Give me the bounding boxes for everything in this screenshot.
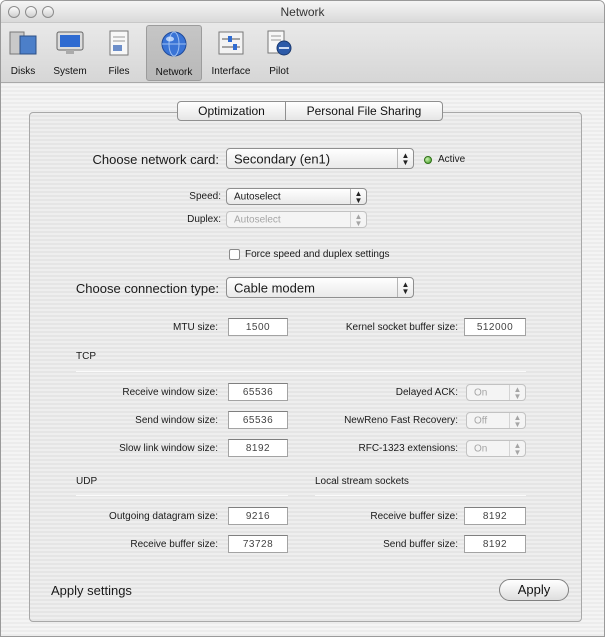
udp-receive-buffer-field[interactable] xyxy=(228,535,288,553)
title-bar: Network xyxy=(1,1,604,23)
toolbar-label: Interface xyxy=(211,66,251,77)
tab-optimization[interactable]: Optimization xyxy=(178,102,286,120)
rfc1323-label: RFC-1323 extensions: xyxy=(358,443,459,454)
local-send-buffer-label: Send buffer size: xyxy=(383,539,458,550)
pilot-icon xyxy=(267,30,292,56)
outgoing-datagram-label: Outgoing datagram size: xyxy=(109,511,218,522)
kernel-buffer-field[interactable] xyxy=(464,318,526,336)
duplex-value: Autoselect xyxy=(234,214,281,225)
connection-type-value: Cable modem xyxy=(234,280,315,295)
system-icon xyxy=(56,31,84,54)
toolbar-item-files[interactable]: Files xyxy=(97,25,141,81)
toolbar-label: Files xyxy=(108,66,130,77)
popup-arrows-icon: ▲ ▼ xyxy=(509,413,525,428)
interface-sliders-icon xyxy=(218,31,244,55)
delayed-ack-label: Delayed ACK: xyxy=(395,387,458,398)
toolbar-item-disks[interactable]: Disks xyxy=(3,25,43,81)
window-title: Network xyxy=(280,5,325,19)
newreno-value: Off xyxy=(474,415,488,426)
status-indicator-icon xyxy=(424,156,432,164)
newreno-label: NewReno Fast Recovery: xyxy=(344,415,458,426)
local-stream-heading: Local stream sockets xyxy=(315,476,409,487)
newreno-popup[interactable]: Off ▲ ▼ xyxy=(466,412,526,429)
status-active-label: Active xyxy=(438,154,466,165)
slow-link-window-field[interactable] xyxy=(228,439,288,457)
speed-label: Speed: xyxy=(189,191,221,202)
network-globe-icon xyxy=(161,31,187,57)
popup-arrows-icon: ▲ ▼ xyxy=(397,278,413,297)
tcp-heading: TCP xyxy=(76,351,96,362)
mtu-size-field[interactable] xyxy=(228,318,288,336)
connection-type-label: Choose connection type: xyxy=(75,281,219,296)
network-card-label: Choose network card: xyxy=(92,152,219,167)
toolbar-item-network[interactable]: Network xyxy=(146,25,202,81)
popup-arrows-icon: ▲ ▼ xyxy=(509,385,525,400)
toolbar-label: Network xyxy=(155,67,193,78)
local-receive-buffer-label: Receive buffer size: xyxy=(370,511,458,522)
disks-icon xyxy=(9,31,37,55)
receive-window-field[interactable] xyxy=(228,383,288,401)
send-window-label: Send window size: xyxy=(135,415,218,426)
toolbar-label: Pilot xyxy=(269,66,289,77)
rfc1323-popup[interactable]: On ▲ ▼ xyxy=(466,440,526,457)
speed-popup[interactable]: Autoselect ▲ ▼ xyxy=(226,188,367,205)
udp-divider xyxy=(76,495,288,496)
duplex-popup[interactable]: Autoselect ▲ ▼ xyxy=(226,211,367,228)
rfc1323-value: On xyxy=(474,443,488,454)
toolbar-label: System xyxy=(53,66,87,77)
tcp-divider xyxy=(76,371,526,372)
popup-arrows-icon: ▲ ▼ xyxy=(350,212,366,227)
popup-arrows-icon: ▲ ▼ xyxy=(397,149,413,168)
toolbar-item-interface[interactable]: Interface xyxy=(205,25,257,81)
udp-receive-buffer-label: Receive buffer size: xyxy=(130,539,218,550)
speed-value: Autoselect xyxy=(234,191,281,202)
force-speed-duplex-label: Force speed and duplex settings xyxy=(245,249,390,260)
slow-link-window-label: Slow link window size: xyxy=(119,443,218,454)
apply-button[interactable]: Apply xyxy=(499,579,569,601)
toolbar-item-pilot[interactable]: Pilot xyxy=(261,25,297,81)
tab-personal-file-sharing[interactable]: Personal File Sharing xyxy=(286,102,442,120)
local-send-buffer-field[interactable] xyxy=(464,535,526,553)
toolbar-item-system[interactable]: System xyxy=(45,25,95,81)
duplex-label: Duplex: xyxy=(187,214,221,225)
network-card-popup[interactable]: Secondary (en1) ▲ ▼ xyxy=(226,148,414,169)
network-window: Network Disks System Files Network Inter… xyxy=(0,0,605,637)
toolbar: Disks System Files Network Interface Pil… xyxy=(1,23,604,83)
delayed-ack-popup[interactable]: On ▲ ▼ xyxy=(466,384,526,401)
files-icon xyxy=(109,30,129,56)
kernel-buffer-label: Kernel socket buffer size: xyxy=(345,322,458,333)
udp-heading: UDP xyxy=(76,476,98,487)
popup-arrows-icon: ▲ ▼ xyxy=(350,189,366,204)
local-stream-divider xyxy=(315,495,526,496)
popup-arrows-icon: ▲ ▼ xyxy=(509,441,525,456)
delayed-ack-value: On xyxy=(474,387,488,398)
mtu-size-label: MTU size: xyxy=(173,322,218,333)
receive-window-label: Receive window size: xyxy=(122,387,218,398)
send-window-field[interactable] xyxy=(228,411,288,429)
force-speed-duplex-checkbox[interactable] xyxy=(229,249,240,260)
tab-control: Optimization Personal File Sharing xyxy=(177,101,443,121)
local-receive-buffer-field[interactable] xyxy=(464,507,526,525)
connection-type-popup[interactable]: Cable modem ▲ ▼ xyxy=(226,277,414,298)
apply-settings-label: Apply settings xyxy=(51,583,132,598)
network-card-value: Secondary (en1) xyxy=(234,151,331,166)
outgoing-datagram-field[interactable] xyxy=(228,507,288,525)
toolbar-label: Disks xyxy=(10,66,36,77)
